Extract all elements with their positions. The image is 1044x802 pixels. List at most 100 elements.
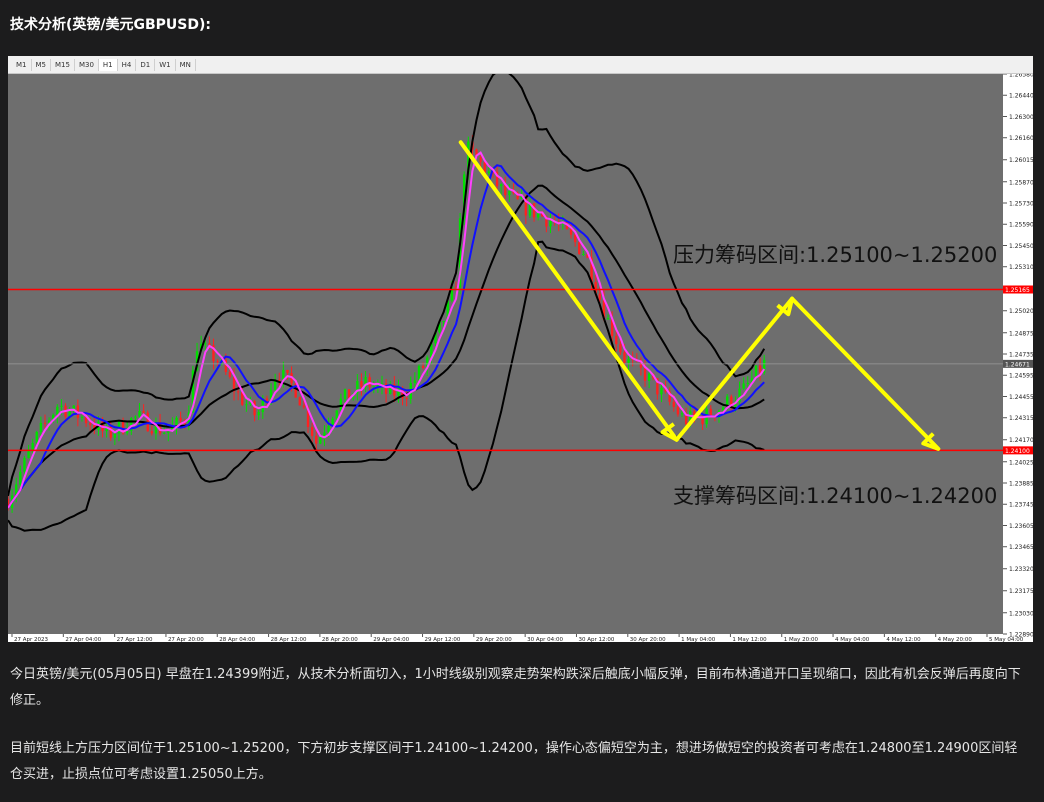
candle-body [339, 398, 343, 411]
price-chart: 1.26580 1.26440 1.26300 1.26160 1.26015 1.258… [8, 74, 1033, 642]
analysis-paragraph-1: 今日英镑/美元(05月05日) 早盘在1.24399附近，从技术分析面切入，1小… [10, 667, 1021, 708]
candle-body [413, 380, 417, 383]
time-scale [8, 634, 1033, 642]
candle-body [39, 422, 43, 432]
candle-body [606, 318, 610, 320]
timeframe-button-h1[interactable]: H1 [98, 58, 118, 71]
candle-body [113, 433, 117, 438]
candle-body [421, 366, 425, 368]
candle-body [216, 361, 219, 363]
y-tick-label: 1.26440 [1009, 93, 1033, 100]
resistance-annotation: 压力筹码区间:1.25100~1.25200 [673, 243, 997, 267]
candle-body [162, 432, 166, 434]
timeframe-button-d1[interactable]: D1 [136, 58, 156, 71]
candle-body [615, 336, 618, 345]
candle-body [245, 404, 248, 406]
candle-body [60, 405, 63, 407]
y-tick-label: 1.24170 [1009, 437, 1033, 444]
candle-body [569, 229, 573, 235]
x-tick-label: 4 May 04:00 [835, 637, 870, 642]
y-tick-label: 1.25310 [1009, 264, 1033, 271]
candle-body [43, 422, 47, 424]
x-tick-label: 1 May 04:00 [681, 637, 716, 642]
timeframe-button-h4[interactable]: H4 [118, 58, 137, 71]
y-tick-label: 1.26160 [1009, 135, 1033, 142]
candle-body [417, 366, 421, 381]
x-tick-label: 30 Apr 20:00 [630, 637, 666, 642]
candle-body [360, 381, 363, 387]
plot-area [8, 74, 1003, 634]
y-tick-label: 1.24315 [1009, 415, 1033, 422]
x-tick-label: 28 Apr 04:00 [219, 637, 255, 642]
candle-body [405, 398, 408, 400]
x-tick-label: 29 Apr 12:00 [425, 637, 461, 642]
y-tick-label: 1.23745 [1009, 502, 1033, 509]
current-price-tag: 1.24671 [1005, 361, 1030, 368]
lower-level-price-tag: 1.24100 [1005, 448, 1030, 455]
candle-body [19, 471, 22, 485]
timeframe-button-mn[interactable]: MN [176, 58, 196, 71]
candle-body [286, 370, 289, 373]
candle-body [672, 401, 675, 407]
candle-body [647, 373, 651, 381]
y-tick-label: 1.24735 [1009, 352, 1033, 359]
y-tick-label: 1.24025 [1009, 459, 1033, 466]
y-tick-label: 1.23175 [1009, 588, 1033, 595]
candle-body [721, 407, 725, 411]
candle-body [442, 320, 445, 322]
upper-level-price-tag: 1.25165 [1005, 287, 1030, 294]
x-tick-label: 30 Apr 12:00 [578, 637, 614, 642]
candle-body [257, 412, 260, 416]
candle-body [228, 371, 232, 377]
x-tick-label: 29 Apr 04:00 [373, 637, 409, 642]
timeframe-button-w1[interactable]: W1 [155, 58, 176, 71]
candle-body [578, 242, 581, 255]
candle-body [479, 157, 482, 162]
x-tick-label: 1 May 20:00 [784, 637, 819, 642]
y-tick-label: 1.23605 [1009, 523, 1033, 530]
candle-body [298, 397, 301, 406]
timeframe-button-m30[interactable]: M30 [75, 58, 99, 71]
candle-body [56, 406, 59, 415]
candle-body [80, 416, 84, 418]
candle-body [302, 405, 306, 408]
candle-body [660, 387, 663, 395]
timeframe-button-m1[interactable]: M1 [12, 58, 32, 71]
chart-panel: M1 M5 M15 M30 H1 H4 D1 W1 MN 1.26580 1.26440 1.263… [8, 56, 1033, 642]
y-tick-label: 1.26015 [1009, 157, 1033, 164]
candle-body [204, 343, 207, 345]
candle-body [742, 383, 745, 389]
candle-body [582, 253, 585, 255]
y-tick-label: 1.23465 [1009, 544, 1033, 551]
timeframe-button-m15[interactable]: M15 [51, 58, 75, 71]
candle-body [150, 431, 154, 434]
candle-body [179, 417, 182, 421]
y-tick-label: 1.23030 [1009, 610, 1033, 617]
candle-body [623, 352, 626, 363]
x-tick-label: 5 May 04:00 [989, 637, 1024, 642]
candle-body [236, 391, 240, 393]
x-tick-label: 29 Apr 20:00 [476, 637, 512, 642]
candle-body [499, 184, 503, 187]
y-tick-label: 1.24875 [1009, 330, 1033, 337]
y-tick-label: 1.24595 [1009, 373, 1033, 380]
x-tick-label: 27 Apr 2023 [14, 637, 49, 642]
support-annotation: 支撑筹码区间:1.24100~1.24200 [673, 484, 997, 508]
candle-body [88, 423, 92, 426]
candle-body [343, 389, 347, 399]
x-tick-label: 27 Apr 04:00 [65, 637, 101, 642]
candle-body [746, 382, 749, 384]
candle-body [643, 367, 647, 381]
x-tick-label: 30 Apr 04:00 [527, 637, 563, 642]
candle-body [709, 408, 712, 416]
candle-body [372, 386, 375, 388]
candle-body [253, 401, 256, 416]
y-tick-label: 1.25450 [1009, 243, 1033, 250]
page-title: 技术分析(英镑/美元GBPUSD): [10, 17, 212, 33]
candle-body [335, 410, 338, 419]
timeframe-button-m5[interactable]: M5 [32, 58, 51, 71]
x-tick-label: 28 Apr 20:00 [322, 637, 358, 642]
candle-body [508, 191, 511, 196]
y-tick-label: 1.25730 [1009, 200, 1033, 207]
candle-body [680, 413, 684, 415]
